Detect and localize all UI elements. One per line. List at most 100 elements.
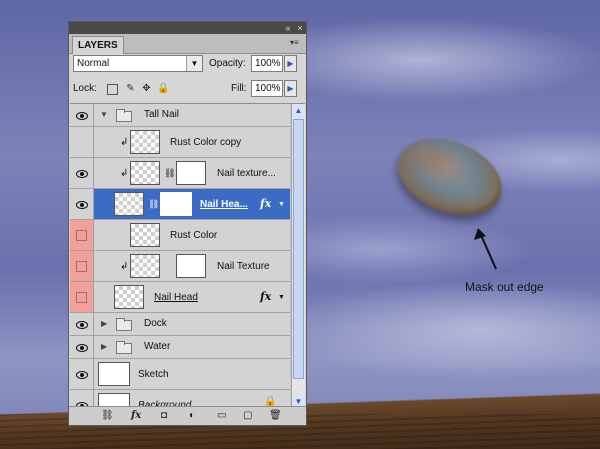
panel-bottom-toolbar: ⛓ fx ◘ ◐ ▭ ▢ 🗑 (69, 406, 306, 425)
opacity-input[interactable]: 100% (251, 55, 283, 72)
collapse-triangle-icon[interactable]: ▶ (101, 342, 107, 351)
eye-icon (76, 321, 88, 329)
layer-name: Nail texture... (217, 168, 276, 179)
layers-list: ▼ Tall Nail ↲ Rust Color copy ↲ ⛓ Nail t… (70, 103, 305, 409)
chevron-down-icon[interactable]: ▼ (186, 56, 202, 71)
visibility-toggle[interactable] (70, 189, 94, 219)
hidden-layer-marker (76, 230, 87, 241)
visibility-toggle[interactable] (70, 127, 94, 157)
layer-name: Water (144, 341, 171, 352)
blend-mode-select[interactable]: Normal ▼ (73, 55, 203, 72)
layer-mask-thumbnail[interactable] (176, 161, 206, 185)
fill-input[interactable]: 100% (251, 80, 283, 97)
eye-icon (76, 371, 88, 379)
layer-thumbnail (130, 254, 160, 278)
layer-thumbnail (130, 223, 160, 247)
panel-menu-icon[interactable]: ▾≡ (290, 38, 302, 48)
layer-row-nail-texture-copy[interactable]: ↲ ⛓ Nail texture... (70, 158, 290, 189)
layer-name: Nail Texture (217, 261, 270, 272)
fill-slider-button[interactable]: ▶ (284, 80, 297, 97)
lock-transparency-icon[interactable] (107, 84, 118, 95)
hidden-layer-marker (76, 292, 87, 303)
layer-name: Sketch (138, 369, 169, 380)
lock-all-icon[interactable]: 🔒 (157, 83, 169, 94)
add-mask-icon[interactable]: ◘ (161, 410, 167, 422)
visibility-toggle-hidden[interactable] (70, 251, 94, 281)
layer-name: Rust Color (170, 230, 218, 241)
folder-icon (116, 341, 132, 354)
layer-thumbnail (130, 161, 160, 185)
layer-row-rust-color-copy[interactable]: ↲ Rust Color copy (70, 127, 290, 158)
visibility-toggle-hidden[interactable] (70, 282, 94, 312)
clipping-icon: ↲ (120, 261, 129, 272)
layer-row-dock[interactable]: ▶ Dock (70, 313, 290, 336)
eye-icon (76, 170, 88, 178)
layer-row-water[interactable]: ▶ Water (70, 336, 290, 359)
blend-mode-value: Normal (77, 58, 110, 69)
layer-mask-thumbnail[interactable] (160, 192, 192, 216)
eye-icon (76, 344, 88, 352)
visibility-toggle[interactable] (70, 336, 94, 358)
layer-row-tall-nail[interactable]: ▼ Tall Nail (70, 104, 290, 127)
eye-icon (76, 112, 88, 120)
layer-row-nail-head[interactable]: Nail Head fx ▼ (70, 282, 290, 313)
opacity-slider-button[interactable]: ▶ (284, 55, 297, 72)
adjustment-layer-icon[interactable]: ◐ (189, 410, 195, 422)
layer-name: Nail Hea... (200, 199, 248, 210)
new-group-icon[interactable]: ▭ (217, 410, 226, 422)
visibility-toggle-hidden[interactable] (70, 220, 94, 250)
expand-triangle-icon[interactable]: ▼ (100, 110, 108, 119)
add-style-icon[interactable]: fx (131, 410, 141, 422)
fill-label: Fill: (231, 83, 247, 94)
layer-thumbnail (130, 130, 160, 154)
layer-name: Tall Nail (144, 109, 180, 120)
lock-row: Lock: ✎ ✥ 🔒 Fill: 100% ▶ (73, 80, 301, 98)
layer-row-nail-texture[interactable]: ↲ Nail Texture (70, 251, 290, 282)
lock-pixels-icon[interactable]: ✎ (125, 83, 136, 94)
layer-row-sketch[interactable]: Sketch (70, 359, 290, 390)
opacity-label: Opacity: (209, 58, 246, 69)
visibility-toggle[interactable] (70, 158, 94, 188)
chain-icon[interactable]: ⛓ (148, 199, 159, 210)
fx-icon[interactable]: fx (260, 197, 271, 210)
panel-titlebar[interactable]: « × (69, 22, 306, 34)
layer-mask-thumbnail[interactable] (176, 254, 206, 278)
layer-row-rust-color[interactable]: Rust Color (70, 220, 290, 251)
layer-name: Dock (144, 318, 167, 329)
scrollbar-thumb[interactable] (293, 119, 304, 379)
visibility-toggle[interactable] (70, 359, 94, 389)
hidden-layer-marker (76, 261, 87, 272)
layer-row-nail-head-selected[interactable]: ⛓ Nail Hea... fx ▼ (70, 189, 290, 220)
fx-icon[interactable]: fx (260, 290, 271, 303)
clipping-icon: ↲ (120, 168, 129, 179)
lock-position-icon[interactable]: ✥ (141, 83, 152, 94)
layer-thumbnail (114, 285, 144, 309)
layer-name: Rust Color copy (170, 137, 242, 148)
trash-icon[interactable]: 🗑 (269, 410, 282, 422)
close-icon[interactable]: × (294, 22, 306, 34)
layers-panel: « × LAYERS ▾≡ Normal ▼ Opacity: 100% ▶ L… (68, 21, 307, 426)
blend-row: Normal ▼ Opacity: 100% ▶ (73, 55, 301, 73)
annotation-label: Mask out edge (465, 280, 544, 294)
clipping-icon: ↲ (120, 137, 129, 148)
fx-expand-icon[interactable]: ▼ (278, 294, 285, 301)
link-layers-icon[interactable]: ⛓ (101, 410, 114, 422)
new-layer-icon[interactable]: ▢ (243, 410, 252, 422)
nail-head-artwork (386, 124, 514, 230)
visibility-toggle[interactable] (70, 313, 94, 335)
eye-icon (76, 201, 88, 209)
fx-expand-icon[interactable]: ▼ (278, 201, 285, 208)
tab-layers[interactable]: LAYERS (72, 36, 124, 54)
layer-name: Nail Head (154, 292, 198, 303)
collapse-triangle-icon[interactable]: ▶ (101, 319, 107, 328)
collapse-icon[interactable]: « (282, 22, 294, 34)
layer-thumbnail (98, 362, 130, 386)
layers-scrollbar[interactable]: ▲ ▼ (291, 104, 305, 409)
folder-icon (116, 318, 132, 331)
chain-icon[interactable]: ⛓ (164, 168, 175, 179)
panel-tab-row: LAYERS ▾≡ (69, 34, 306, 54)
lock-label: Lock: (73, 83, 97, 94)
scroll-up-icon[interactable]: ▲ (292, 104, 305, 118)
annotation-arrow (474, 228, 497, 270)
visibility-toggle[interactable] (70, 104, 94, 126)
